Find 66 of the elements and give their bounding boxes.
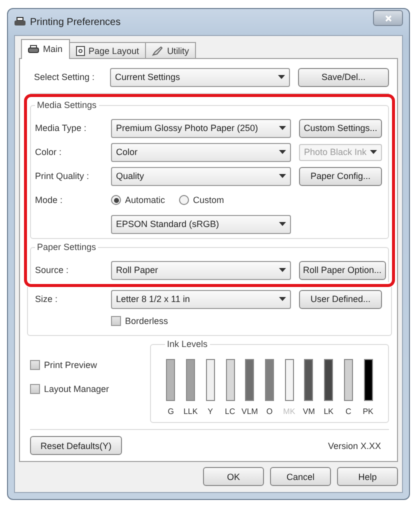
dropdown[interactable]: Color: [111, 142, 291, 162]
checkbox-label: Print Preview: [44, 360, 98, 370]
settings-button[interactable]: Roll Paper Option...: [299, 260, 386, 280]
field-label: Source :: [34, 265, 70, 275]
pen-icon: [152, 46, 164, 56]
radio-label: Custom: [193, 195, 224, 205]
field-label: Media Type :: [34, 123, 88, 133]
ink-label: LK: [324, 407, 334, 416]
window-title: Printing Preferences: [30, 16, 121, 28]
field-label: Color :: [34, 147, 63, 157]
close-icon: [384, 14, 392, 22]
settings-button[interactable]: Custom Settings...: [299, 118, 382, 138]
caret-icon: [279, 297, 286, 301]
ink-label: G: [168, 407, 174, 416]
reset-button[interactable]: Reset Defaults(Y): [30, 436, 122, 455]
settings-button[interactable]: Paper Config...: [299, 166, 382, 186]
ink-label: LC: [224, 407, 236, 416]
group-title: Paper Settings: [35, 242, 98, 252]
page-icon: [76, 46, 85, 56]
tab[interactable]: Main: [21, 39, 70, 59]
field-label: Print Quality :: [34, 171, 90, 181]
field-label: Mode :: [34, 195, 64, 205]
checkbox-label: Borderless: [125, 316, 168, 326]
checkbox-label: Layout Manager: [44, 384, 110, 394]
dropdown[interactable]: Quality: [111, 166, 291, 186]
field-label: Size :: [34, 294, 59, 304]
dropdown[interactable]: Current Settings: [110, 68, 290, 86]
dialog-button[interactable]: Cancel: [270, 467, 331, 486]
close-button[interactable]: [373, 10, 403, 26]
ink-label: VLM: [242, 407, 258, 416]
checkbox[interactable]: [30, 360, 40, 370]
ink-label: MK: [283, 407, 296, 416]
radio-label: Automatic: [125, 195, 166, 205]
tab[interactable]: Utility: [145, 42, 196, 58]
ink-label: LLK: [183, 407, 198, 416]
printer-icon: [28, 44, 39, 54]
dialog-button[interactable]: OK: [203, 467, 264, 486]
dialog-button[interactable]: Help: [337, 467, 398, 486]
group-title: Ink Levels: [165, 339, 210, 349]
dropdown[interactable]: Roll Paper: [111, 260, 291, 280]
radio-button[interactable]: [179, 195, 190, 205]
tab[interactable]: Page Layout: [68, 42, 146, 58]
dropdown[interactable]: Premium Glossy Photo Paper (250): [111, 118, 291, 138]
caret-icon: [279, 268, 286, 272]
group-title: Media Settings: [35, 100, 99, 110]
ink-label: Y: [208, 407, 213, 416]
caret-icon: [370, 150, 377, 154]
ink-label: C: [345, 407, 352, 416]
caret-icon: [279, 126, 286, 130]
caret-icon: [278, 75, 285, 79]
caret-icon: [279, 222, 286, 226]
save-button[interactable]: Save/Del...: [298, 68, 389, 86]
printer-icon: [14, 17, 26, 27]
ink-label: VM: [302, 407, 315, 416]
dropdown[interactable]: EPSON Standard (sRGB): [111, 214, 291, 234]
checkbox[interactable]: [30, 384, 40, 394]
ink-label: O: [266, 407, 273, 416]
radio-button[interactable]: [111, 195, 121, 205]
caret-icon: [279, 174, 286, 178]
field-label: Select Setting :: [33, 72, 96, 82]
caret-icon: [279, 150, 286, 154]
dropdown[interactable]: Letter 8 1/2 x 11 in: [111, 290, 291, 308]
checkbox[interactable]: [111, 316, 121, 326]
version-text: Version X.XX: [328, 440, 381, 450]
settings-button[interactable]: User Defined...: [299, 290, 382, 308]
ink-label: PK: [362, 407, 374, 416]
